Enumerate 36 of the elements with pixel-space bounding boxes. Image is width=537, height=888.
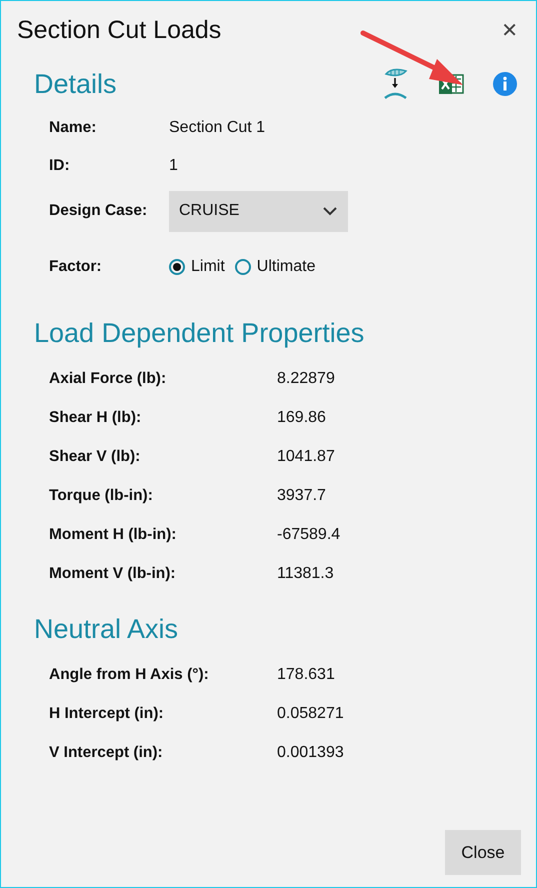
field-label: Name: — [49, 119, 98, 137]
property-value: 11381.3 — [277, 564, 334, 582]
property-label: Shear V (lb): — [49, 448, 142, 466]
section-load-icon[interactable] — [382, 66, 410, 102]
property-value: 178.631 — [277, 666, 335, 684]
property-label: V Intercept (in): — [49, 744, 164, 762]
property-value: 0.058271 — [277, 704, 344, 722]
property-label: Axial Force (lb): — [49, 370, 168, 388]
info-icon[interactable] — [492, 71, 518, 97]
property-value: -67589.4 — [277, 526, 340, 544]
property-value: 0.001393 — [277, 744, 344, 762]
property-label: Shear H (lb): — [49, 408, 142, 426]
window-title: Section Cut Loads — [17, 16, 222, 44]
property-label: Moment V (lb-in): — [49, 564, 177, 582]
field-label: Factor: — [49, 258, 103, 276]
property-label: Moment H (lb-in): — [49, 526, 178, 544]
field-label: Design Case: — [49, 202, 148, 220]
property-label: Angle from H Axis (°): — [49, 666, 210, 684]
section-heading: Load Dependent Properties — [34, 318, 364, 348]
close-dialog-button[interactable]: Close — [445, 830, 521, 875]
property-value: 169.86 — [277, 408, 326, 426]
chevron-down-icon — [322, 206, 338, 216]
property-value: 3937.7 — [277, 486, 326, 504]
field-value: 1 — [169, 157, 178, 175]
property-value: 8.22879 — [277, 370, 335, 388]
field-label: ID: — [49, 157, 71, 175]
property-label: H Intercept (in): — [49, 704, 165, 722]
design-case-dropdown[interactable]: CRUISE — [169, 190, 348, 232]
radio-option[interactable]: Limit — [169, 258, 225, 276]
section-heading: Neutral Axis — [34, 614, 178, 644]
radio-option[interactable]: Ultimate — [234, 258, 316, 276]
close-button[interactable]: ✕ — [497, 18, 522, 42]
property-value: 1041.87 — [277, 448, 335, 466]
section-heading: Details — [34, 68, 117, 100]
field-value: Section Cut 1 — [169, 119, 266, 137]
property-label: Torque (lb-in): — [49, 486, 154, 504]
